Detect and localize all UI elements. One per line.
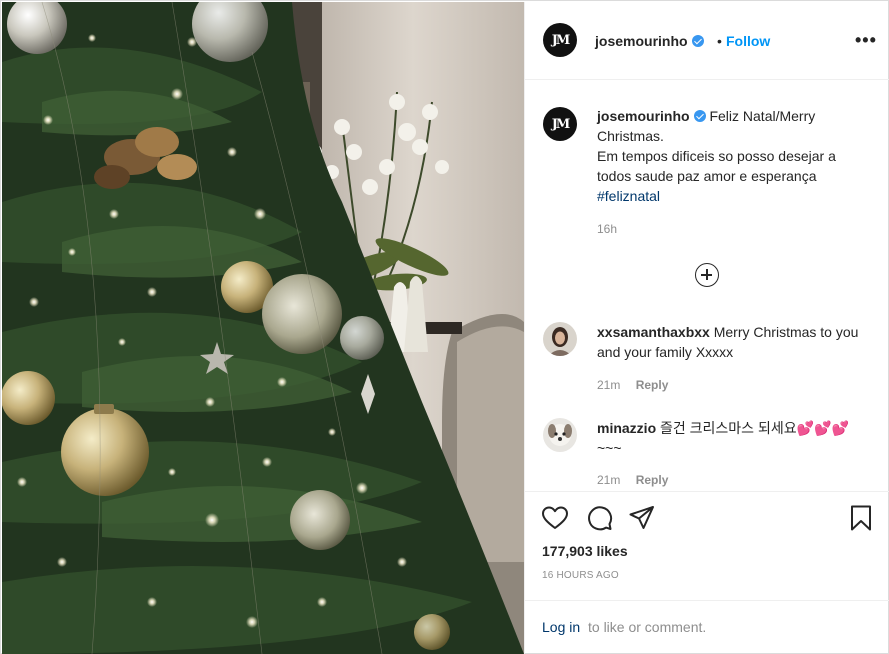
caption-username[interactable]: josemourinho [597, 108, 706, 124]
separator-dot: • [717, 33, 722, 49]
post-actions: 177,903 likes 16 HOURS AGO Log in to lik… [525, 491, 889, 654]
share-icon[interactable] [628, 504, 656, 532]
post-date[interactable]: 16 HOURS AGO [542, 570, 619, 581]
commenter-username[interactable]: minazzio [597, 420, 656, 436]
caption-time[interactable]: 16h [597, 222, 617, 236]
reply-button[interactable]: Reply [636, 473, 669, 487]
avatar-photo [543, 418, 577, 452]
author-username-text[interactable]: josemourinho [595, 33, 688, 49]
comment-text: minazzio 즐건 크리스마스 되세요💕💕💕 ~~~ [597, 418, 872, 458]
author-username[interactable]: josemourinho [595, 33, 704, 49]
verified-icon [691, 35, 704, 47]
commenter-username[interactable]: xxsamanthaxbxx [597, 324, 710, 340]
post-side-panel: JM josemourinho • Follow ••• JM josemour… [524, 2, 889, 654]
caption-avatar[interactable]: JM [543, 107, 577, 141]
comment-body: 즐건 크리스마스 되세요 [660, 420, 797, 436]
caption-line-2: Em tempos dificeis so posso desejar a to… [597, 148, 836, 184]
bookmark-icon[interactable] [847, 504, 875, 532]
reply-button[interactable]: Reply [636, 378, 669, 392]
hashtag-link[interactable]: #feliznatal [597, 188, 660, 204]
comment-icon[interactable] [585, 504, 613, 532]
comment-meta: 21m Reply [597, 378, 668, 392]
comment-text: xxsamanthaxbxx Merry Christmas to you an… [597, 322, 872, 362]
comment-time[interactable]: 21m [597, 378, 620, 392]
author-avatar[interactable]: JM [543, 23, 577, 57]
comment-time[interactable]: 21m [597, 473, 620, 487]
post-image[interactable] [2, 2, 524, 654]
avatar-photo [543, 322, 577, 356]
christmas-tree-photo [2, 2, 524, 654]
caption-username-text[interactable]: josemourinho [597, 108, 690, 124]
likes-count[interactable]: 177,903 likes [542, 543, 628, 559]
comment-tail: ~~~ [597, 440, 622, 456]
more-icon[interactable]: ••• [855, 30, 877, 51]
post-header: JM josemourinho • Follow ••• [525, 2, 889, 80]
verified-icon [693, 110, 706, 122]
commenter-avatar[interactable] [543, 322, 577, 356]
commenter-avatar[interactable] [543, 418, 577, 452]
heart-emoji: 💕💕💕 [796, 420, 849, 436]
plus-circle-icon[interactable] [695, 263, 719, 287]
caption-text: josemourinho Feliz Natal/Merry Christmas… [597, 106, 867, 206]
comments-list[interactable]: JM josemourinho Feliz Natal/Merry Christ… [525, 81, 889, 491]
login-prompt-text: to like or comment. [588, 619, 707, 635]
login-link[interactable]: Log in [542, 619, 580, 635]
login-prompt: Log in to like or comment. [525, 600, 889, 654]
follow-button[interactable]: Follow [726, 33, 770, 49]
comment-meta: 21m Reply [597, 473, 668, 487]
post-dialog: JM josemourinho • Follow ••• JM josemour… [0, 0, 889, 654]
heart-icon[interactable] [541, 504, 569, 532]
